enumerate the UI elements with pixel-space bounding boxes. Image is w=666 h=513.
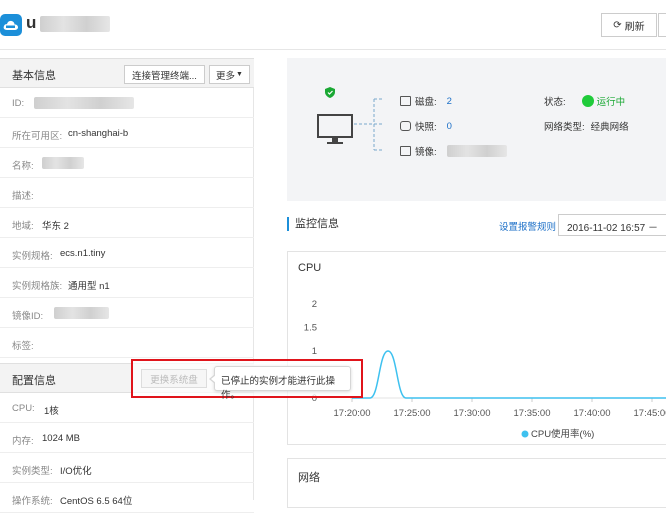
image-value-redacted (446, 145, 507, 157)
instance-summary: 磁盘: 2 快照: 0 镜像: 状态: 运行中 网络类型: 经典网络 (287, 58, 666, 201)
name-value-redacted (42, 157, 84, 169)
disk-icon (400, 96, 411, 106)
config-row-memory: 内存: 1024 MB (0, 423, 254, 453)
cloud-logo-icon (0, 14, 22, 36)
image-id-label: 镜像ID: (12, 311, 44, 322)
status-badge: 运行中 (581, 94, 626, 108)
more-label: 更多 (216, 70, 236, 82)
snapshot-label: 快照: (415, 122, 437, 133)
info-row-id: ID: (0, 88, 254, 118)
region-value: 华东 2 (42, 221, 69, 232)
info-row-region: 地域: 华东 2 (0, 208, 254, 238)
cpu-value: 1核 (44, 406, 59, 417)
basic-info-title: 基本信息 (12, 70, 56, 82)
tags-label: 标签: (12, 341, 34, 352)
legend-label: CPU使用率(%) (531, 428, 594, 440)
snapshot-row: 快照: 0 (400, 119, 452, 133)
os-value: CentOS 6.5 64位 (60, 496, 133, 507)
config-row-type: 实例类型: I/O优化 (0, 453, 254, 483)
right-panel: 磁盘: 2 快照: 0 镜像: 状态: 运行中 网络类型: 经典网络 监控信息 … (254, 58, 666, 508)
highlight-box: 更换系统盘 已停止的实例才能进行此操作。 (131, 359, 363, 401)
cpu-chart-card: CPU 00.511.5217:20:0017:25:0017:30:0017:… (287, 251, 666, 445)
network-chart-card: 网络 (287, 458, 666, 508)
refresh-button[interactable]: ⟳ 刷新 (601, 13, 657, 37)
snapshot-count-link[interactable]: 0 (447, 121, 452, 132)
x-tick-label: 17:40:00 (574, 408, 611, 419)
instance-type-value: I/O优化 (60, 466, 92, 477)
info-row-tags: 标签: (0, 328, 254, 358)
shield-icon (325, 87, 335, 98)
spec-label: 实例规格: (12, 251, 53, 262)
disk-count-link[interactable]: 2 (447, 96, 452, 107)
info-row-zone: 所在可用区: cn-shanghai-b (0, 118, 254, 148)
status-row: 状态: 运行中 (544, 94, 625, 108)
x-tick-label: 17:35:00 (514, 408, 551, 419)
caret-down-icon: ▼ (236, 71, 243, 78)
x-tick-label: 17:20:00 (334, 408, 371, 419)
zone-value: cn-shanghai-b (68, 128, 129, 139)
network-chart-title: 网络 (298, 472, 320, 484)
x-tick-label: 17:30:00 (454, 408, 491, 419)
image-icon (400, 146, 411, 156)
cpu-chart: 00.511.5217:20:0017:25:0017:30:0017:35:0… (304, 299, 666, 440)
network-label: 网络类型: (544, 122, 585, 133)
info-row-family: 实例规格族: 通用型 n1 (0, 268, 254, 298)
family-label: 实例规格族: (12, 281, 63, 292)
memory-value: 1024 MB (42, 433, 81, 444)
tooltip: 已停止的实例才能进行此操作。 (209, 366, 351, 401)
extra-button[interactable] (658, 13, 666, 37)
name-label: 名称: (12, 161, 34, 172)
left-panel: 基本信息 连接管理终端... 更多 ▼ ID: 所在可用区: cn-shangha… (0, 58, 254, 513)
refresh-label: 刷新 (624, 21, 645, 33)
basic-info-header: 基本信息 连接管理终端... 更多 ▼ (0, 58, 254, 88)
more-button[interactable]: 更多 ▼ (209, 65, 250, 84)
status-value: 运行中 (596, 97, 626, 108)
image-id-redacted (54, 307, 109, 319)
server-monitor-icon (317, 114, 353, 144)
change-system-disk-button[interactable]: 更换系统盘 (141, 369, 207, 388)
id-label: ID: (12, 98, 25, 109)
region-label: 地域: (12, 221, 34, 232)
info-row-spec: 实例规格: ecs.n1.tiny (0, 238, 254, 268)
cpu-series-line (352, 350, 666, 399)
cpu-label: CPU: (12, 403, 35, 414)
alarm-rule-link[interactable]: 设置报警规则 (499, 219, 556, 233)
spec-value: ecs.n1.tiny (60, 248, 106, 259)
disk-label: 磁盘: (415, 97, 437, 108)
info-row-name: 名称: (0, 148, 254, 178)
instance-type-label: 实例类型: (12, 466, 53, 477)
y-tick-label: 1.5 (304, 323, 317, 334)
disk-row: 磁盘: 2 (400, 94, 452, 108)
status-label: 状态: (544, 97, 566, 108)
memory-label: 内存: (12, 436, 34, 447)
os-label: 操作系统: (12, 496, 53, 507)
image-row: 镜像: (400, 144, 507, 158)
running-dot-icon (581, 95, 594, 107)
y-tick-label: 1 (312, 346, 317, 357)
connector-lines (354, 98, 384, 151)
instance-title: u (26, 13, 37, 32)
desc-label: 描述: (12, 191, 34, 202)
instance-name-redacted (40, 16, 110, 32)
image-label: 镜像: (415, 147, 437, 158)
id-value-redacted (34, 97, 134, 109)
x-tick-label: 17:25:00 (394, 408, 431, 419)
camera-icon (400, 121, 411, 131)
y-tick-label: 2 (312, 299, 317, 310)
monitor-title: 监控信息 (287, 217, 339, 231)
config-info-title: 配置信息 (12, 375, 56, 387)
legend-dot-icon (521, 430, 529, 438)
config-row-os: 操作系统: CentOS 6.5 64位 (0, 483, 254, 513)
network-value: 经典网络 (590, 122, 629, 133)
refresh-icon: ⟳ (613, 19, 622, 31)
family-value: 通用型 n1 (68, 281, 110, 292)
zone-label: 所在可用区: (12, 131, 63, 142)
network-row: 网络类型: 经典网络 (544, 119, 629, 133)
date-range-input[interactable]: 2016-11-02 16:57 － (558, 214, 666, 236)
info-row-image: 镜像ID: (0, 298, 254, 328)
connect-terminal-button[interactable]: 连接管理终端... (124, 65, 205, 84)
top-bar: u ⟳ 刷新 (0, 0, 666, 50)
info-row-desc: 描述: (0, 178, 254, 208)
x-tick-label: 17:45:00 (634, 408, 666, 419)
